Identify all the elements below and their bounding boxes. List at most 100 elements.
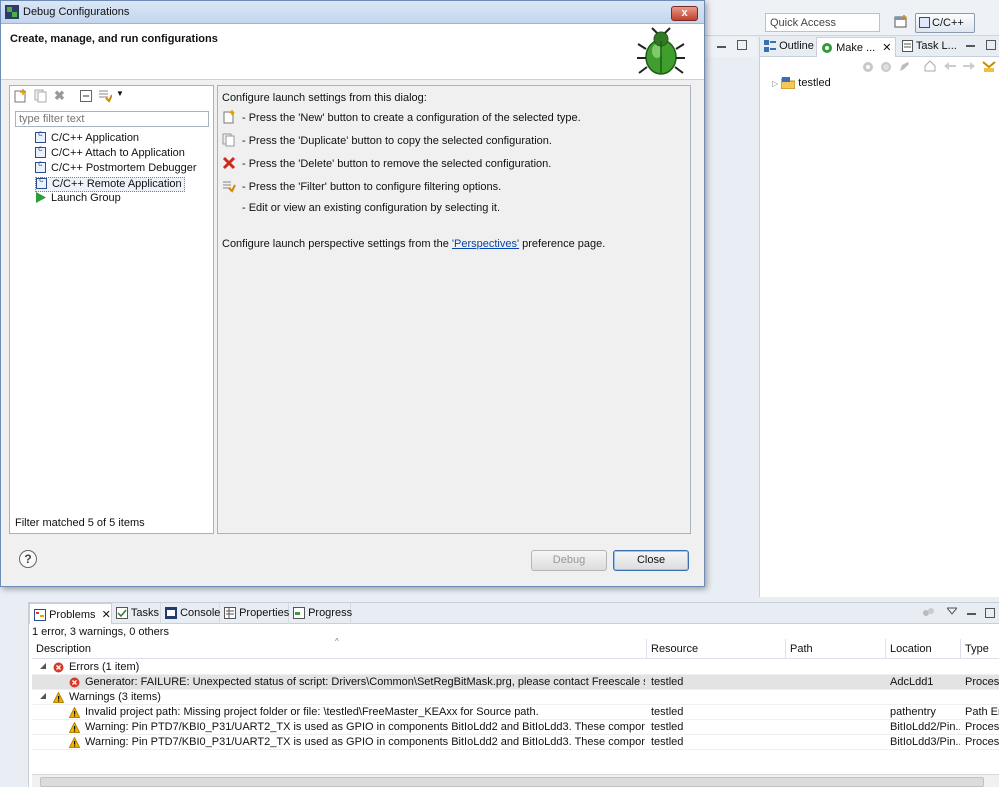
config-cpp-remote[interactable]: C/C++ Remote Application <box>35 176 185 192</box>
instruction-filter: - Press the 'Filter' button to configure… <box>222 179 501 193</box>
column-header-resource[interactable]: Resource <box>647 639 786 659</box>
instruction-duplicate: - Press the 'Duplicate' button to copy t… <box>222 133 552 147</box>
edit-target-icon[interactable] <box>898 60 911 73</box>
tab-properties[interactable]: Properties <box>220 603 289 624</box>
row-description: Generator: FAILURE: Unexpected status of… <box>85 676 645 688</box>
tab-progress[interactable]: Progress <box>289 603 353 624</box>
duplicate-config-icon[interactable] <box>34 89 47 103</box>
delete-icon <box>222 156 236 170</box>
collapse-arrow-icon[interactable]: ◢ <box>40 661 46 670</box>
dialog-header-title: Create, manage, and run configurations <box>10 33 218 45</box>
row-resource: testled <box>651 706 684 718</box>
config-cpp-application[interactable]: C/C++ Application <box>35 130 141 147</box>
row-type: Path Entry <box>965 706 999 718</box>
column-header-path[interactable]: Path <box>786 639 886 659</box>
config-label: Launch Group <box>51 192 121 204</box>
column-header-location[interactable]: Location <box>886 639 961 659</box>
warning-icon <box>53 692 64 703</box>
horizontal-scrollbar[interactable] <box>32 774 999 787</box>
new-config-icon[interactable] <box>14 89 27 103</box>
view-menu-icon[interactable] <box>922 607 936 619</box>
maximize-icon[interactable] <box>986 40 996 50</box>
table-row[interactable]: Invalid project path: Missing project fo… <box>32 705 999 720</box>
project-folder-icon <box>781 77 796 90</box>
build-target-icon[interactable] <box>862 61 874 73</box>
debug-configurations-dialog: Debug Configurations x Create, manage, a… <box>0 0 705 587</box>
task-list-icon <box>902 40 913 53</box>
perspectives-link[interactable]: 'Perspectives' <box>452 238 519 250</box>
minimize-icon[interactable] <box>967 610 976 619</box>
sort-arrow-icon: ^ <box>335 637 339 646</box>
filter-dropdown-icon[interactable]: ▼ <box>116 89 124 98</box>
dialog-title: Debug Configurations <box>23 6 130 18</box>
tab-make-targets[interactable]: Make ... ✕ <box>816 37 896 57</box>
instruction-text: - Press the 'Duplicate' button to copy t… <box>242 135 552 147</box>
home-icon[interactable] <box>924 60 936 72</box>
config-cpp-postmortem[interactable]: C/C++ Postmortem Debugger <box>35 160 199 177</box>
close-tab-icon[interactable]: ✕ <box>882 42 891 54</box>
errors-group-label: Errors (1 item) <box>69 661 140 673</box>
minimize-icon[interactable] <box>717 43 726 52</box>
dialog-titlebar[interactable]: Debug Configurations x <box>1 1 704 24</box>
new-target-icon[interactable] <box>880 61 892 73</box>
instructions-pane: Configure launch settings from this dial… <box>217 85 691 534</box>
debug-button[interactable]: Debug <box>531 550 607 571</box>
cpp-perspective-icon <box>919 17 930 28</box>
table-row[interactable]: Generator: FAILURE: Unexpected status of… <box>32 675 999 690</box>
error-icon <box>53 662 64 673</box>
cpp-launch-icon <box>35 160 46 173</box>
close-tab-icon[interactable]: ✕ <box>102 609 111 621</box>
collapse-all-icon[interactable] <box>80 90 92 102</box>
filter-config-icon[interactable] <box>98 89 112 103</box>
config-launch-group[interactable]: Launch Group <box>35 192 123 207</box>
quick-access-input[interactable]: Quick Access <box>765 13 880 32</box>
perspective-cpp-button[interactable]: C/C++ <box>915 13 975 33</box>
console-icon <box>165 607 177 620</box>
delete-config-icon[interactable]: ✖ <box>54 88 65 104</box>
tab-task-list[interactable]: Task L... <box>898 37 957 57</box>
close-window-button[interactable]: x <box>671 6 698 21</box>
open-perspective-icon[interactable] <box>893 14 909 30</box>
minimize-icon[interactable] <box>966 42 975 51</box>
collapse-arrow-icon[interactable]: ◢ <box>40 691 46 700</box>
instruction-text: - Press the 'New' button to create a con… <box>242 112 581 124</box>
row-location: pathentry <box>890 706 936 718</box>
duplicate-icon <box>222 133 235 147</box>
warnings-group-label: Warnings (3 items) <box>69 691 161 703</box>
forward-arrow-icon[interactable] <box>963 61 975 71</box>
column-header-type[interactable]: Type <box>961 639 999 659</box>
tab-outline[interactable]: Outline <box>760 37 816 57</box>
project-tree-item[interactable]: ▷ testled <box>772 77 831 90</box>
new-icon <box>223 110 235 124</box>
config-cpp-attach[interactable]: C/C++ Attach to Application <box>35 145 187 162</box>
expand-arrow-icon[interactable]: ▷ <box>772 79 778 88</box>
warnings-group-row[interactable]: ◢ Warnings (3 items) <box>32 690 999 705</box>
errors-group-row[interactable]: ◢ Errors (1 item) <box>32 660 999 675</box>
close-button[interactable]: Close <box>613 550 689 571</box>
table-row[interactable]: Warning: Pin PTD7/KBI0_P31/UART2_TX is u… <box>32 720 999 735</box>
tab-make-label: Make ... <box>836 42 876 54</box>
chevron-down-icon[interactable] <box>947 607 957 615</box>
row-description: Warning: Pin PTD7/KBI0_P31/UART2_TX is u… <box>85 721 645 733</box>
filter-icon[interactable] <box>982 60 996 73</box>
back-arrow-icon[interactable] <box>944 61 956 71</box>
make-targets-toolbar <box>760 57 999 79</box>
filter-input[interactable] <box>15 111 209 127</box>
tab-tasks[interactable]: Tasks <box>112 603 161 624</box>
outline-panel: Outline Make ... ✕ Task L... ▷ testled <box>759 37 999 597</box>
config-label: C/C++ Attach to Application <box>51 147 185 159</box>
problems-icon <box>34 609 46 622</box>
help-icon[interactable]: ? <box>19 550 37 568</box>
tab-console[interactable]: Console <box>161 603 220 624</box>
scrollbar-thumb[interactable] <box>40 777 984 787</box>
table-row[interactable]: Warning: Pin PTD7/KBI0_P31/UART2_TX is u… <box>32 735 999 750</box>
instruction-text: - Press the 'Filter' button to configure… <box>242 181 502 193</box>
maximize-icon[interactable] <box>985 608 995 618</box>
tab-progress-label: Progress <box>308 607 353 619</box>
maximize-icon[interactable] <box>737 40 747 50</box>
project-name: testled <box>798 77 831 89</box>
tab-problems[interactable]: Problems ✕ <box>29 603 112 624</box>
row-type: Processor <box>965 721 999 733</box>
column-header-description[interactable]: Description ^ <box>32 637 647 659</box>
row-location: BitIoLdd2/Pin... <box>890 721 960 733</box>
